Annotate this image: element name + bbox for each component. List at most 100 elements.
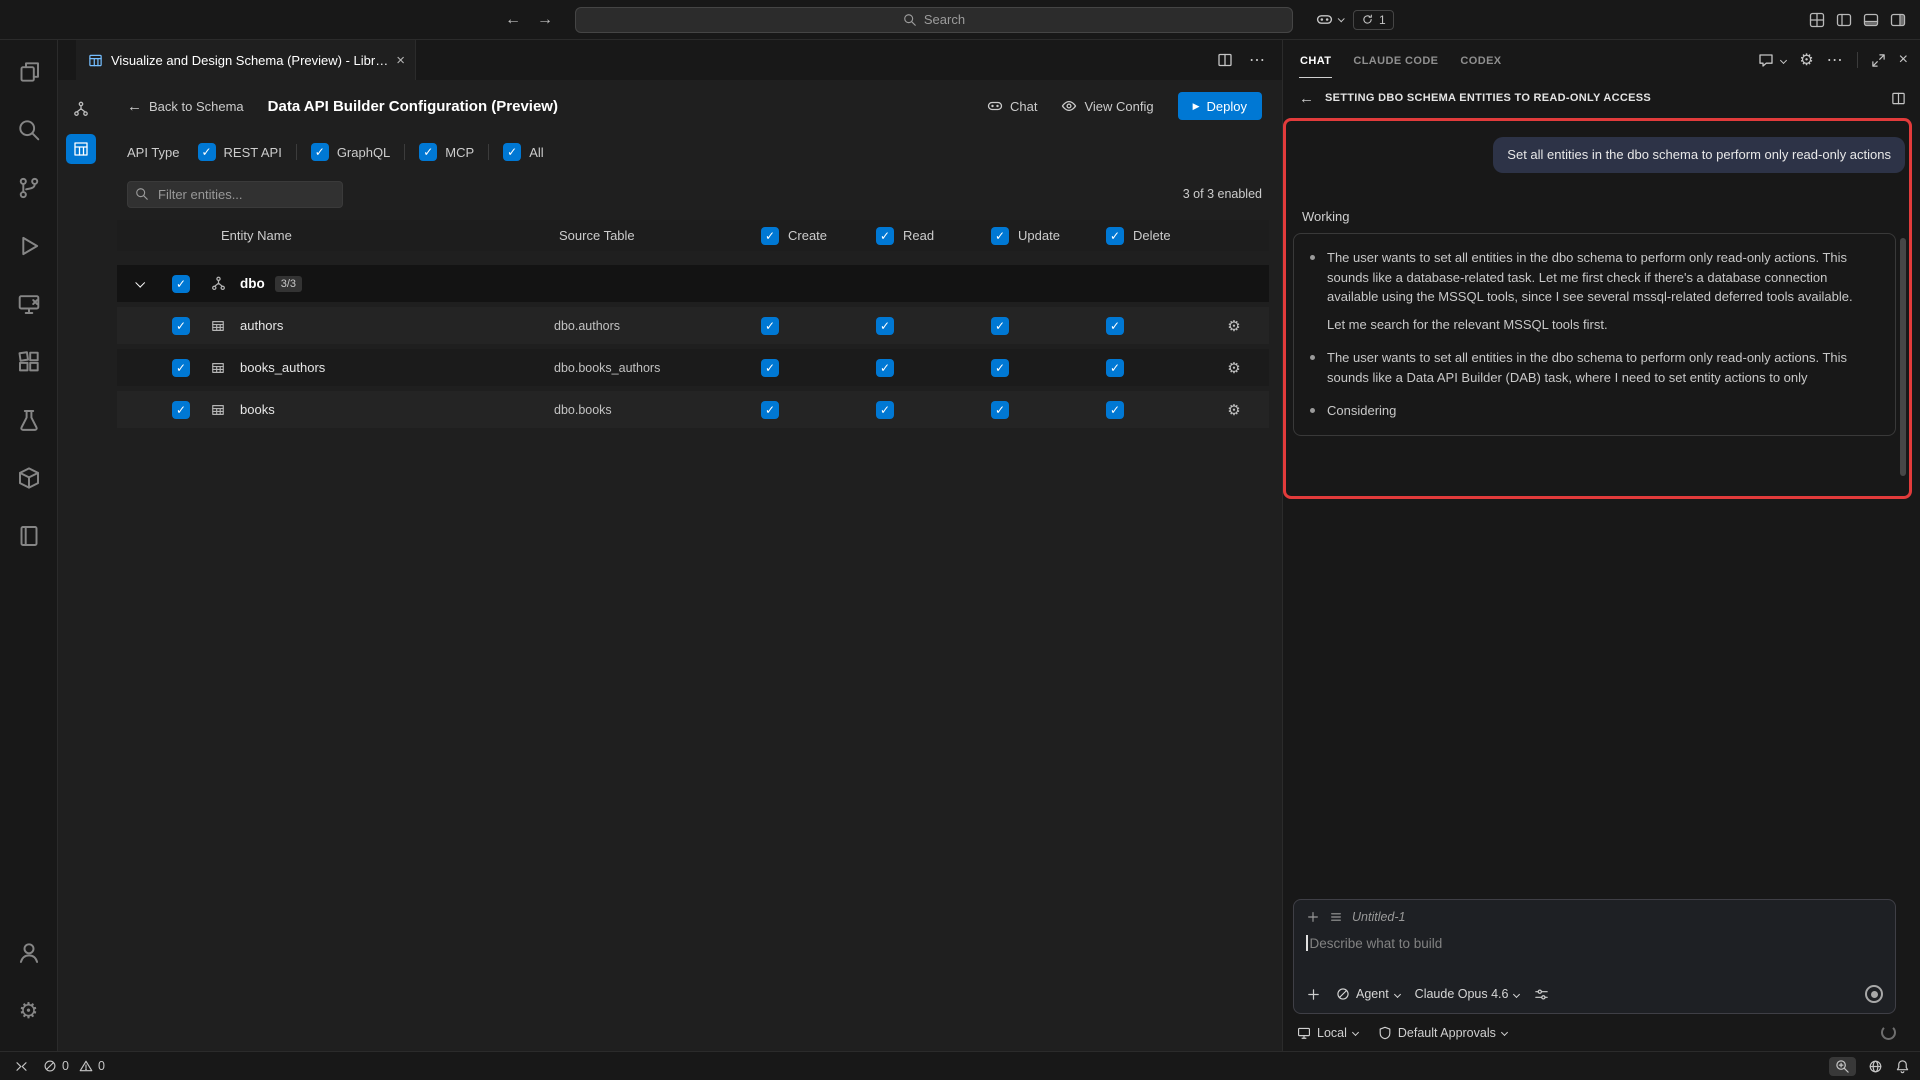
deploy-button[interactable]: Deploy — [1178, 92, 1262, 120]
read-checkbox[interactable] — [876, 317, 894, 335]
deploy-play-icon — [1193, 101, 1200, 112]
row-checkbox[interactable] — [172, 401, 190, 419]
copilot-menu-button[interactable] — [1316, 11, 1343, 28]
delete-all-checkbox[interactable] — [1106, 227, 1124, 245]
open-session-editor-icon[interactable] — [1891, 91, 1906, 106]
approvals-picker[interactable]: Default Approvals — [1378, 1026, 1507, 1040]
chat-input-box[interactable]: Untitled-1 Describe what to build Agent — [1293, 899, 1896, 1014]
schema-diagram-view-icon[interactable] — [66, 94, 96, 124]
chat-input-placeholder[interactable]: Describe what to build — [1310, 936, 1443, 951]
approvals-label: Default Approvals — [1398, 1026, 1496, 1040]
all-label: All — [529, 145, 543, 160]
back-to-schema-button[interactable]: Back to Schema — [127, 98, 244, 115]
editor-more-actions-icon[interactable] — [1249, 50, 1266, 70]
problems-indicator[interactable]: 0 0 — [43, 1059, 105, 1073]
row-settings-gear-icon[interactable] — [1227, 317, 1240, 335]
chat-more-actions-icon[interactable] — [1827, 50, 1844, 70]
send-button[interactable] — [1865, 985, 1883, 1003]
chat-settings-gear-icon[interactable] — [1799, 50, 1813, 70]
delete-checkbox[interactable] — [1106, 317, 1124, 335]
mode-picker[interactable]: Agent — [1336, 987, 1400, 1001]
command-center-search[interactable]: Search — [575, 7, 1293, 33]
table-row[interactable]: books dbo.books — [117, 391, 1269, 428]
warnings-icon — [79, 1059, 93, 1073]
chat-button[interactable]: Chat — [987, 98, 1037, 114]
language-globe-icon[interactable] — [1868, 1059, 1883, 1074]
delete-checkbox[interactable] — [1106, 401, 1124, 419]
divider — [296, 144, 297, 160]
run-debug-icon[interactable] — [5, 222, 53, 270]
update-checkbox[interactable] — [991, 317, 1009, 335]
filter-entities-input[interactable] — [127, 181, 343, 208]
mcp-checkbox[interactable] — [419, 143, 437, 161]
warnings-count: 0 — [98, 1059, 105, 1073]
toggle-panel-bottom-icon[interactable] — [1863, 12, 1879, 28]
api-builder-view-icon[interactable] — [66, 134, 96, 164]
environment-picker[interactable]: Local — [1297, 1026, 1358, 1040]
create-checkbox[interactable] — [761, 317, 779, 335]
graphql-checkbox[interactable] — [311, 143, 329, 161]
tab-close-icon[interactable] — [396, 52, 405, 69]
session-back-icon[interactable] — [1299, 90, 1314, 107]
account-icon[interactable] — [5, 929, 53, 977]
chevron-down-icon[interactable] — [1780, 56, 1787, 63]
settings-gear-icon[interactable] — [5, 987, 53, 1035]
explorer-icon[interactable] — [5, 48, 53, 96]
create-all-checkbox[interactable] — [761, 227, 779, 245]
sync-status-button[interactable]: 1 — [1353, 10, 1394, 30]
row-checkbox[interactable] — [172, 359, 190, 377]
tools-sliders-icon[interactable] — [1534, 987, 1549, 1002]
read-all-checkbox[interactable] — [876, 227, 894, 245]
table-row[interactable]: books_authors dbo.books_authors — [117, 349, 1269, 386]
nav-forward-icon[interactable] — [537, 11, 553, 29]
create-checkbox[interactable] — [761, 401, 779, 419]
source-control-icon[interactable] — [5, 164, 53, 212]
group-checkbox[interactable] — [172, 275, 190, 293]
scrollbar[interactable] — [1900, 238, 1906, 476]
tab-chat[interactable]: CHAT — [1299, 43, 1332, 78]
all-checkbox[interactable] — [503, 143, 521, 161]
zoom-in-button[interactable] — [1829, 1057, 1856, 1076]
database-projects-icon[interactable] — [5, 454, 53, 502]
collapse-chevron-icon[interactable] — [135, 278, 145, 288]
update-all-checkbox[interactable] — [991, 227, 1009, 245]
schema-group-row[interactable]: dbo 3/3 — [117, 265, 1269, 302]
toggle-sidebar-left-icon[interactable] — [1836, 12, 1852, 28]
maximize-panel-icon[interactable] — [1871, 53, 1886, 68]
add-context-icon[interactable] — [1306, 910, 1320, 924]
attach-plus-icon[interactable] — [1306, 987, 1321, 1002]
delete-checkbox[interactable] — [1106, 359, 1124, 377]
split-editor-icon[interactable] — [1217, 52, 1233, 68]
attached-file-chip[interactable]: Untitled-1 — [1352, 910, 1406, 924]
row-checkbox[interactable] — [172, 317, 190, 335]
read-checkbox[interactable] — [876, 401, 894, 419]
new-chat-icon[interactable] — [1758, 52, 1774, 68]
toggle-sidebar-right-icon[interactable] — [1890, 12, 1906, 28]
row-settings-gear-icon[interactable] — [1227, 359, 1240, 377]
tab-codex[interactable]: CODEX — [1459, 43, 1502, 78]
test-beaker-icon[interactable] — [5, 396, 53, 444]
create-checkbox[interactable] — [761, 359, 779, 377]
model-picker[interactable]: Claude Opus 4.6 — [1415, 987, 1520, 1001]
extensions-icon[interactable] — [5, 338, 53, 386]
update-checkbox[interactable] — [991, 359, 1009, 377]
layout-grid-icon[interactable] — [1809, 12, 1825, 28]
notebook-icon[interactable] — [5, 512, 53, 560]
read-checkbox[interactable] — [876, 359, 894, 377]
row-settings-gear-icon[interactable] — [1227, 401, 1240, 419]
close-panel-icon[interactable] — [1899, 51, 1908, 69]
nav-back-icon[interactable] — [505, 11, 521, 29]
tab-claude-code[interactable]: CLAUDE CODE — [1352, 43, 1439, 78]
table-row[interactable]: authors dbo.authors — [117, 307, 1269, 344]
designer-rail — [58, 80, 103, 1051]
view-config-button[interactable]: View Config — [1061, 98, 1153, 114]
rest-api-checkbox[interactable] — [198, 143, 216, 161]
remote-indicator-icon[interactable] — [14, 1059, 29, 1074]
search-sidebar-icon[interactable] — [5, 106, 53, 154]
editor-tab[interactable]: Visualize and Design Schema (Preview) - … — [76, 40, 416, 80]
graphql-label: GraphQL — [337, 145, 390, 160]
update-checkbox[interactable] — [991, 401, 1009, 419]
remote-explorer-disconnected-icon[interactable] — [5, 280, 53, 328]
sync-icon — [1361, 13, 1374, 26]
bell-icon[interactable] — [1895, 1059, 1910, 1074]
